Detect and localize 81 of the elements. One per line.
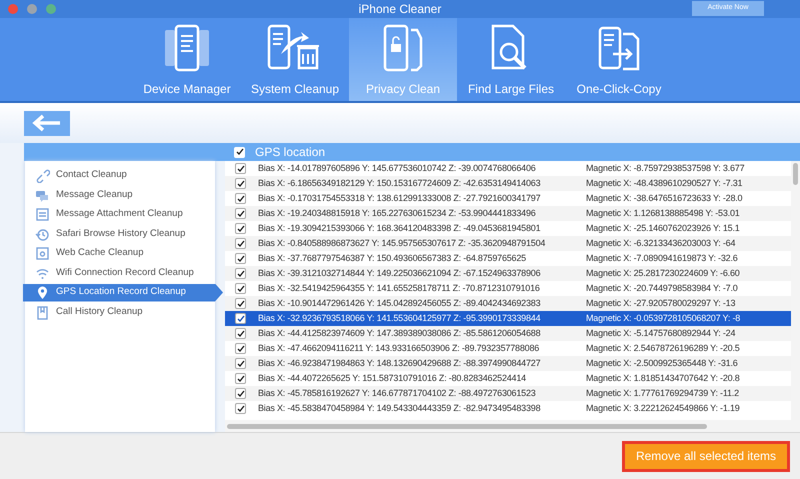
column-header: GPS location [255, 144, 326, 161]
checkbox[interactable] [235, 163, 246, 174]
browser-page-icon [35, 246, 50, 261]
phone-document-icon [163, 24, 211, 74]
table-cell-text: Bias X: -0.840588986873627 Y: 145.957565307617 Z: -35.3620948791504 [258, 236, 546, 250]
message-tray-icon [35, 207, 50, 222]
table-cell-text: Bias X: -6.18656349182129 Y: 150.153167724609 Z: -42.6353149414063 [258, 176, 542, 190]
table-row[interactable]: Bias X: -19.240348815918 Y: 165.227630615234 Z: -53.9904441833496 Magnetic X: 1.1268138885498 Y: -53.01 [225, 206, 791, 221]
table-row[interactable]: Bias X: -0.840588986873627 Y: 145.957565307617 Z: -35.3620948791504 Magnetic X: -6.32133436203003 Y: -64 [225, 236, 791, 251]
table-row[interactable]: Bias X: -6.18656349182129 Y: 150.153167724609 Z: -42.6353149414063 Magnetic X: -48.4389610290527 Y: -7.31 [225, 176, 791, 191]
vertical-scrollbar[interactable] [791, 161, 800, 420]
checkbox[interactable] [235, 193, 246, 204]
table-row[interactable]: Bias X: -10.9014472961426 Y: 145.042892456055 Z: -89.4042434692383 Magnetic X: -27.9205780029297 Y: -13 [225, 296, 791, 311]
table-row[interactable]: Bias X: -44.4125823974609 Y: 147.389389038086 Z: -85.5861206054688 Magnetic X: -5.14757680892944 Y: -24 [225, 326, 791, 341]
table-cell-text: Bias X: -45.5838470458984 Y: 149.543304443359 Z: -82.9473495483398 [258, 402, 542, 415]
sidebar-item[interactable]: Call History Cleanup [25, 303, 215, 321]
table-cell-text: Magnetic X: -48.4389610290527 Y: -7.31 [586, 176, 742, 190]
checkbox[interactable] [235, 403, 246, 414]
chain-link-icon [35, 168, 50, 183]
checkbox[interactable] [235, 373, 246, 384]
table-cell-text: Bias X: -14.017897605896 Y: 145.677536010742 Z: -39.0074768066406 [258, 162, 537, 175]
table-cell-text: Magnetic X: 3.22212624549866 Y: -1.19 [586, 402, 740, 415]
table-cell-text: Bias X: -44.4125823974609 Y: 147.389389038086 Z: -85.5861206054688 [258, 326, 542, 340]
back-arrow-icon [32, 114, 62, 132]
table-cell-text: Magnetic X: -2.5009925365448 Y: -31.6 [586, 356, 738, 370]
sidebar-item[interactable]: Message Cleanup [25, 186, 215, 204]
checkbox[interactable] [235, 313, 246, 324]
sidebar-item[interactable]: Contact Cleanup [25, 166, 215, 184]
sidebar-item[interactable]: Web Cache Cleanup [25, 244, 215, 262]
table-cell-text: Magnetic X: -5.14757680892944 Y: -24 [586, 326, 736, 340]
table-cell-text: Bias X: -0.17031754553318 Y: 138.612991333008 Z: -27.7921600341797 [258, 192, 542, 205]
table-cell-text: Bias X: -32.9236793518066 Y: 141.553604125977 Z: -95.3990173339844 [258, 312, 542, 325]
sidebar-item[interactable]: Message Attachment Cleanup [25, 206, 215, 224]
checkbox[interactable] [235, 343, 246, 354]
table-cell-text: Bias X: -32.5419425964355 Y: 141.655258178711 Z: -70.8712310791016 [258, 282, 541, 295]
table-cell-text: Magnetic X: 1.81851434707642 Y: -20.8 [586, 372, 740, 385]
table-cell-text: Magnetic X: 2.54678726196289 Y: -20.5 [586, 342, 740, 355]
checkbox[interactable] [235, 388, 246, 399]
phone-book-icon [35, 304, 50, 320]
table-cell-text: Bias X: -39.3121032714844 Y: 149.225036621094 Z: -67.1524963378906 [258, 266, 542, 280]
checkbox[interactable] [234, 146, 245, 158]
table-cell-text: Bias X: -19.240348815918 Y: 165.227630615234 Z: -53.9904441833496 [258, 206, 537, 220]
horizontal-scrollbar[interactable] [225, 420, 800, 432]
checkbox[interactable] [235, 238, 246, 249]
table-cell-text: Magnetic X: -27.9205780029297 Y: -13 [586, 296, 736, 310]
table-cell-text: Bias X: -45.785816192627 Y: 146.677871704102 Z: -88.4972763061523 [258, 386, 537, 400]
table-cell-text: Magnetic X: 1.77761769294739 Y: -11.2 [586, 386, 739, 400]
table-row[interactable]: Bias X: -39.3121032714844 Y: 149.225036621094 Z: -67.1524963378906 Magnetic X: 25.2817230224609 Y: -6.60 [225, 266, 791, 281]
table-cell-text: Magnetic X: -8.75972938537598 Y: 3.677 [586, 162, 744, 175]
checkbox[interactable] [235, 298, 246, 309]
table-cell-text: Bias X: -47.4662094116211 Y: 143.933166503906 Z: -89.7932357788086 [258, 342, 540, 355]
checkbox[interactable] [235, 358, 246, 369]
table-cell-text: Magnetic X: -6.32133436203003 Y: -64 [586, 236, 736, 250]
checkbox[interactable] [235, 208, 246, 219]
window-title: iPhone Cleaner [358, 1, 442, 18]
checkbox[interactable] [235, 253, 246, 264]
table-cell-text: Bias X: -19.3094215393066 Y: 168.364120483398 Z: -49.0453681945801 [258, 222, 542, 235]
table-row[interactable]: Bias X: -45.785816192627 Y: 146.677871704102 Z: -88.4972763061523 Magnetic X: 1.77761769294739 Y: -11.2 [225, 386, 791, 401]
sidebar-item[interactable]: Wifi Connection Record Cleanup [25, 264, 215, 282]
checkbox[interactable] [235, 283, 246, 294]
table-cell-text: Magnetic X: -0.0539728105068207 Y: -8 [586, 312, 740, 325]
table-cell-text: Magnetic X: -7.0890941619873 Y: -32.6 [586, 252, 738, 265]
location-pin-icon [35, 285, 50, 300]
table-cell-text: Bias X: -37.7687797546387 Y: 150.493606567383 Z: -64.8759765625 [258, 252, 527, 265]
checkbox[interactable] [235, 328, 246, 339]
table-row[interactable]: Bias X: -32.9236793518066 Y: 141.553604125977 Z: -95.3990173339844 Magnetic X: -0.0539728105068207 Y: -8 [225, 311, 791, 326]
table-cell-text: Magnetic X: -38.6476516723633 Y: -28.0 [586, 192, 742, 205]
checkbox[interactable] [235, 223, 246, 234]
table-cell-text: Magnetic X: 1.1268138885498 Y: -53.01 [586, 206, 740, 220]
table-cell-text: Bias X: -44.4072265625 Y: 151.587310791016 Z: -80.8283462524414 [258, 372, 527, 385]
table-row[interactable]: Bias X: -46.9238471984863 Y: 148.132690429688 Z: -88.3974990844727 Magnetic X: -2.5009925365448 Y: -31.6 [225, 356, 791, 371]
sidebar-item[interactable]: GPS Location Record Cleanup [23, 284, 223, 302]
table-cell-text: Bias X: -10.9014472961426 Y: 145.042892456055 Z: -89.4042434692383 [258, 296, 542, 310]
checkbox[interactable] [235, 178, 246, 189]
checkbox[interactable] [235, 268, 246, 279]
table-cell-text: Bias X: -46.9238471984863 Y: 148.132690429688 Z: -88.3974990844727 [258, 356, 542, 370]
table-cell-text: Magnetic X: 25.2817230224609 Y: -6.60 [586, 266, 740, 280]
table-cell-text: Magnetic X: -20.7449798583984 Y: -7.0 [586, 282, 738, 295]
sidebar-item[interactable]: Safari Browse History Cleanup [25, 225, 215, 243]
table-cell-text: Magnetic X: -25.1460762023926 Y: 15.1 [586, 222, 740, 235]
phone-lock-icon [381, 24, 425, 74]
